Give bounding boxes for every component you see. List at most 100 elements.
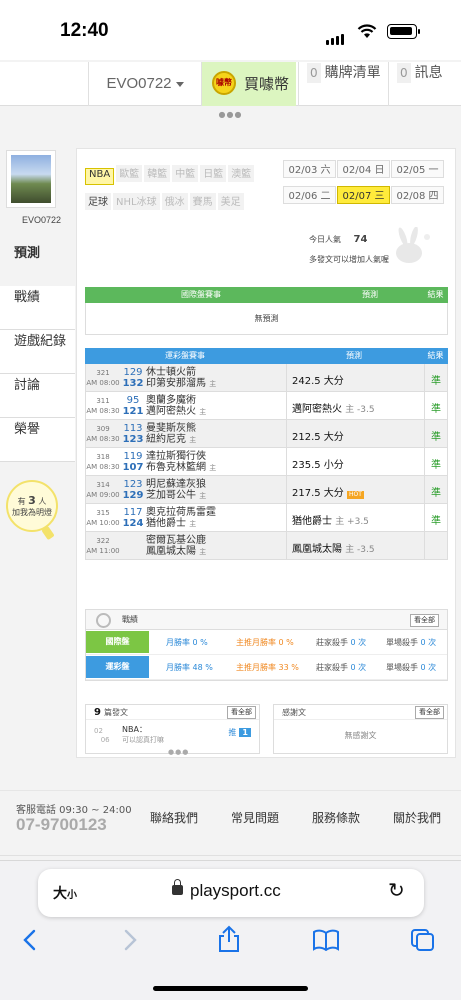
messages-count: 0 [397, 63, 411, 83]
date-button[interactable]: 02/04 日 [337, 160, 390, 178]
date-button[interactable]: 02/06 二 [283, 186, 336, 204]
divider [286, 448, 287, 476]
reload-icon[interactable]: ↻ [388, 878, 405, 902]
teams: 密爾瓦基公鹿 鳳凰城太陽 主 [146, 535, 206, 558]
single-killer-label: 單場殺手 [386, 638, 418, 647]
date-selector: 02/03 六 02/04 日 02/05 一 02/06 二 02/07 三 02/08… [283, 158, 455, 210]
league-chip[interactable]: 日籃 [200, 165, 227, 182]
lightbulb-follow-button[interactable]: 有 3 人 加我為明燈 [6, 480, 58, 541]
cart-button[interactable]: 0 購牌清單 [298, 62, 388, 106]
date-button[interactable]: 02/03 六 [283, 160, 336, 178]
articles-view-all-button[interactable]: 看全部 [227, 706, 256, 719]
prediction-text: 235.5 小分 [292, 460, 344, 471]
table-row[interactable]: 314 AM 09:00 123 129 明尼蘇達灰狼 芝加哥公牛 主 217.5 大分 H… [85, 476, 448, 504]
article-subtitle: 可以認真打嘛 [122, 736, 164, 744]
share-icon[interactable] [216, 925, 242, 953]
sidebar: EVO0722 預測 戰績 遊戲紀錄 討論 榮譽 有 3 人 加我為明燈 [0, 145, 75, 541]
browser-tabbar [0, 925, 461, 967]
date-button[interactable]: 02/07 三 [337, 186, 390, 204]
messages-label: 訊息 [414, 65, 443, 81]
table-row[interactable]: 322 AM 11:00 密爾瓦基公鹿 鳳凰城太陽 主鳳凰城太陽 主 -3.5 [85, 532, 448, 560]
single-killer-value: 0 次 [420, 663, 437, 672]
thanks-label: 感謝文 [282, 708, 306, 717]
home-mark: 主 [189, 520, 197, 528]
league-chip[interactable]: NHL冰球 [113, 193, 160, 210]
footer-link-contact[interactable]: 聯絡我們 [150, 811, 198, 825]
league-chip[interactable]: 澳籃 [228, 165, 255, 182]
url-text: playsport.cc [190, 881, 281, 900]
score-away: 119 [123, 451, 143, 462]
forward-icon[interactable] [122, 929, 138, 951]
league-chip[interactable]: 中籃 [172, 165, 199, 182]
teams: 達拉斯獨行俠 布魯克林籃網 主 [146, 451, 216, 474]
game-time: AM 09:00 [86, 491, 120, 499]
team-home: 印第安那溜馬 [146, 378, 206, 389]
date-button[interactable]: 02/08 四 [391, 186, 444, 204]
score-away: 117 [123, 507, 143, 518]
teams: 明尼蘇達灰狼 芝加哥公牛 主 [146, 479, 206, 502]
divider [424, 504, 425, 532]
table-row[interactable]: 311 AM 08:30 95 121 奧蘭多魔術 邁阿密熱火 主邁阿密熱火 主 -3.5… [85, 392, 448, 420]
address-bar[interactable]: 大小 playsport.cc ↻ [38, 869, 424, 917]
sidebar-item-record[interactable]: 戰績 [0, 286, 75, 330]
league-chip[interactable]: 美足 [217, 193, 244, 210]
score-away: 113 [123, 423, 143, 434]
reader-text-size-button[interactable]: 大小 [53, 883, 77, 903]
league-chip[interactable]: 歐籃 [116, 165, 143, 182]
messages-button[interactable]: 0 訊息 [388, 62, 461, 106]
buy-coins-button[interactable]: 噱幣 買噱幣 [202, 62, 296, 106]
game-no: 314 [96, 481, 110, 489]
house-killer-value: 0 次 [350, 638, 367, 647]
tabs-icon[interactable] [410, 928, 436, 952]
stats-row: 國際盤 月勝率 0 % 主推月勝率 0 % 莊家殺手 0 次單場殺手 0 次 [86, 630, 447, 655]
hot-badge: HOT [347, 491, 364, 499]
teams: 奧蘭多魔術 邁阿密熱火 主 [146, 395, 206, 418]
league-chip[interactable]: NBA [85, 168, 115, 185]
prediction-handicap: 主 -3.5 [345, 545, 375, 555]
team-home: 鳳凰城太陽 [146, 546, 196, 557]
result-badge: 準 [431, 488, 441, 499]
team-away: 達拉斯獨行俠 [146, 451, 206, 462]
sidebar-item-discussion[interactable]: 討論 [0, 374, 75, 418]
game-time: AM 08:30 [86, 435, 120, 443]
user-dropdown[interactable]: EVO0722 [88, 62, 202, 106]
scores: 123 129 [120, 479, 146, 501]
stats-view-all-button[interactable]: 看全部 [410, 614, 439, 627]
bookmarks-icon[interactable] [312, 929, 340, 951]
team-home: 猶他爵士 [146, 518, 186, 529]
result-badge: 準 [431, 432, 441, 443]
divider [286, 392, 287, 420]
game-time: AM 11:00 [86, 547, 120, 555]
service-phone[interactable]: 07-9700123 [16, 815, 107, 835]
date-button[interactable]: 02/05 一 [391, 160, 444, 178]
footer-link-faq[interactable]: 常見問題 [231, 811, 279, 825]
back-icon[interactable] [22, 929, 38, 951]
prediction: 242.5 大分 [292, 372, 344, 387]
sidebar-item-honor[interactable]: 榮譽 [0, 418, 75, 462]
league-chip[interactable]: 賽馬 [189, 193, 216, 210]
text-size-large: 大 [53, 886, 67, 902]
footer-link-terms[interactable]: 服務條款 [312, 811, 360, 825]
league-chip[interactable]: 足球 [85, 193, 111, 210]
footer: 客服電話 09:30 ~ 24:00 07-9700123 聯絡我們 常見問題 服務… [0, 790, 461, 848]
scores: 117 124 [120, 507, 146, 529]
popularity: 今日人氣 74 多發文可以增加人氣喔 [309, 234, 389, 265]
single-killer: 單場殺手 0 次 [386, 630, 436, 655]
score-home: 132 [122, 378, 144, 389]
teams: 曼斐斯灰熊 紐約尼克 主 [146, 423, 196, 446]
team-home: 芝加哥公牛 [146, 490, 196, 501]
sidebar-item-game-history[interactable]: 遊戲紀錄 [0, 330, 75, 374]
bulb-count: 3 [28, 494, 36, 507]
home-mark: 主 [199, 548, 207, 556]
table-row[interactable]: 318 AM 08:30 119 107 達拉斯獨行俠 布魯克林籃網 主 235.5 小分 … [85, 448, 448, 476]
avatar[interactable] [6, 150, 56, 208]
sidebar-item-predict[interactable]: 預測 [0, 242, 75, 286]
footer-link-about[interactable]: 關於我們 [393, 811, 441, 825]
thanks-view-all-button[interactable]: 看全部 [415, 706, 444, 719]
league-chip[interactable]: 俄冰 [161, 193, 188, 210]
score-away: 129 [123, 367, 143, 378]
table-row[interactable]: 321 AM 08:00 129 132 休士頓火箭 印第安那溜馬 主 242.5 大分 準 [85, 364, 448, 392]
table-row[interactable]: 315 AM 10:00 117 124 奧克拉荷馬雷霆 猶他爵士 主猶他爵士 主 +3.… [85, 504, 448, 532]
league-chip[interactable]: 韓籃 [144, 165, 171, 182]
table-row[interactable]: 309 AM 08:30 113 123 曼斐斯灰熊 紐約尼克 主 212.5 大分 準 [85, 420, 448, 448]
